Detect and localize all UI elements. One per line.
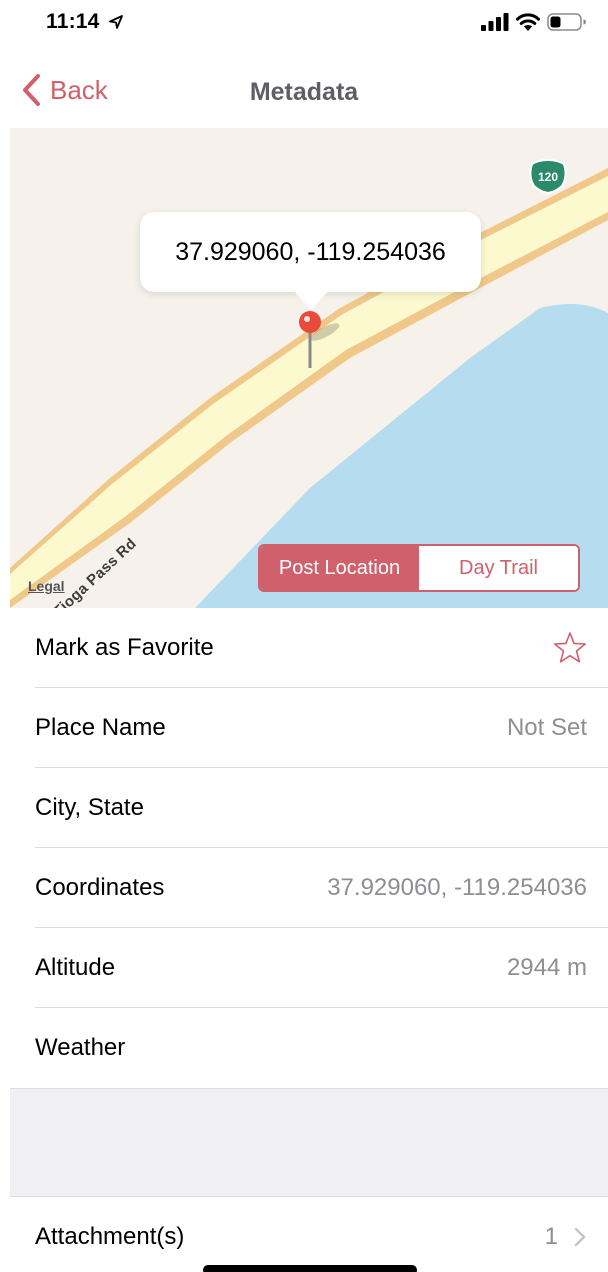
legal-link[interactable]: Legal [28,578,65,594]
row-weather[interactable]: Weather [10,1008,608,1088]
row-label: Weather [35,1034,126,1061]
wifi-icon [516,13,540,31]
row-value: Not Set [506,714,587,741]
metadata-list: Mark as Favorite Place Name Not Set City… [10,608,608,1088]
star-icon[interactable] [553,631,587,665]
location-arrow-icon [109,15,123,29]
section-separator [10,1088,608,1197]
home-indicator[interactable] [203,1265,417,1272]
coordinates-callout[interactable]: 37.929060, -119.254036 [140,212,481,292]
row-altitude[interactable]: Altitude 2944 m [10,928,608,1008]
battery-icon [547,13,586,31]
map-pin-icon[interactable] [295,310,355,374]
row-mark-as-favorite[interactable]: Mark as Favorite [10,608,608,688]
highway-number: 120 [538,170,558,184]
row-city-state[interactable]: City, State [10,768,608,848]
status-bar: 11:14 [0,0,608,52]
row-label: Altitude [35,954,116,981]
row-label: Mark as Favorite [35,634,214,661]
chevron-right-icon [574,1227,586,1247]
highway-shield-icon: 120 [529,158,567,194]
row-place-name[interactable]: Place Name Not Set [10,688,608,768]
row-label: Coordinates [35,874,165,901]
status-time: 11:14 [46,10,100,33]
map-view[interactable]: 120 Tioga Pass Rd 37.929060, -119.254036… [10,128,608,608]
row-coordinates[interactable]: Coordinates 37.929060, -119.254036 [10,848,608,928]
screen: 11:14 Back Metadata 120 Tioga Pass Rd 37… [0,0,608,1272]
row-label: Attachment(s) [35,1223,185,1250]
segment-post-location[interactable]: Post Location [260,546,419,590]
signal-icon [481,13,509,31]
row-value: 2944 m [506,954,587,981]
map-mode-segmented-control[interactable]: Post Location Day Trail [258,544,580,592]
row-attachments[interactable]: Attachment(s) 1 [10,1197,608,1272]
callout-tail [291,288,331,310]
segment-day-trail[interactable]: Day Trail [419,546,578,590]
attachment-count: 1 [544,1223,558,1250]
row-value: 37.929060, -119.254036 [327,874,587,901]
row-label: Place Name [35,714,166,741]
navigation-bar: Back Metadata [0,52,608,128]
page-title: Metadata [249,78,359,106]
row-label: City, State [35,794,144,821]
